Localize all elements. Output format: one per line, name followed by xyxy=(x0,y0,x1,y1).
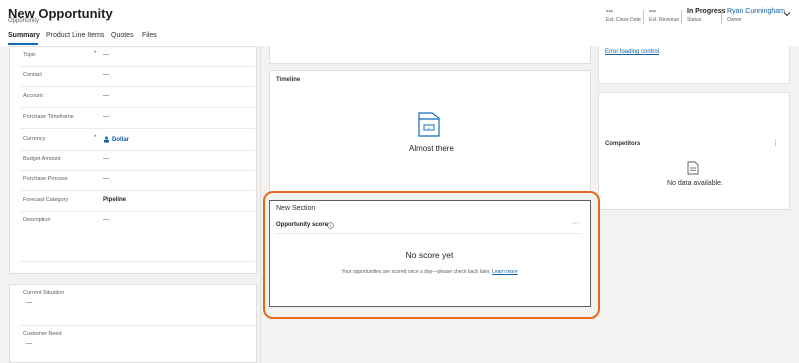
field-topic[interactable]: Topic * --- xyxy=(10,47,255,67)
header-divider xyxy=(643,10,644,24)
field-purchase-process[interactable]: Purchase Process --- xyxy=(10,171,255,191)
tab-quotes[interactable]: Quotes xyxy=(111,32,134,39)
record-header: New Opportunity Opportunity --- Est. Clo… xyxy=(0,0,799,46)
field-contact[interactable]: Contact --- xyxy=(10,67,255,87)
field-budget-amount[interactable]: Budget Amount --- xyxy=(10,151,255,171)
timeline-title: Timeline xyxy=(276,77,301,83)
header-field-close-date[interactable]: --- Est. Close Date xyxy=(606,8,641,23)
column-divider xyxy=(260,46,261,363)
header-divider xyxy=(721,10,722,24)
timeline-card: Timeline ••• Almost there xyxy=(269,70,591,192)
competitors-card: Competitors ⋮ No data available. xyxy=(598,92,790,210)
summary-form-card: Topic * --- Contact --- Account --- Purc… xyxy=(9,46,257,274)
field-account[interactable]: Account --- xyxy=(10,88,255,108)
header-field-status[interactable]: In Progress Status xyxy=(687,8,726,23)
active-tab-indicator xyxy=(8,43,38,45)
required-indicator: * xyxy=(94,51,97,57)
header-field-owner[interactable]: Ryan Cunningham Owner xyxy=(727,8,785,23)
field-description[interactable]: Description --- xyxy=(10,212,255,262)
timeline-message: Almost there xyxy=(409,144,454,153)
owner-link[interactable]: Ryan Cunningham xyxy=(727,8,785,15)
field-forecast-category[interactable]: Forecast Category Pipeline xyxy=(10,192,255,212)
competitors-title: Competitors xyxy=(605,141,641,147)
more-vertical-icon[interactable]: ⋮ xyxy=(772,139,779,147)
customer-need-field[interactable]: --- xyxy=(26,341,32,347)
svg-text:•••: ••• xyxy=(427,126,430,130)
no-data-message: No data available. xyxy=(666,180,724,187)
error-control-card: Error loading control xyxy=(598,46,790,84)
currency-icon xyxy=(104,136,109,143)
field-currency[interactable]: Currency * Dollar xyxy=(10,131,255,151)
required-indicator: * xyxy=(94,135,97,141)
current-situation-field[interactable]: --- xyxy=(26,300,32,306)
document-icon xyxy=(687,161,699,175)
header-divider xyxy=(681,10,682,24)
currency-link[interactable]: Dollar xyxy=(112,137,129,143)
tab-summary[interactable]: Summary xyxy=(8,32,40,39)
customer-need-label: Customer Need xyxy=(23,331,62,337)
tab-files[interactable]: Files xyxy=(142,32,157,39)
error-loading-link[interactable]: Error loading control xyxy=(605,49,659,55)
field-purchase-timeframe[interactable]: Purchase Timeframe --- xyxy=(10,109,255,129)
highlight-outline xyxy=(263,191,600,319)
previous-section-card xyxy=(269,46,591,64)
chevron-down-icon[interactable] xyxy=(783,10,791,18)
current-situation-label: Current Situation xyxy=(23,290,65,296)
situation-card: Current Situation --- Customer Need --- xyxy=(9,284,257,363)
tab-product-line-items[interactable]: Product Line Items xyxy=(46,32,104,39)
document-folder-icon: ••• xyxy=(418,112,440,137)
header-field-revenue[interactable]: --- Est. Revenue xyxy=(649,8,679,23)
record-entity-type: Opportunity xyxy=(8,18,40,24)
